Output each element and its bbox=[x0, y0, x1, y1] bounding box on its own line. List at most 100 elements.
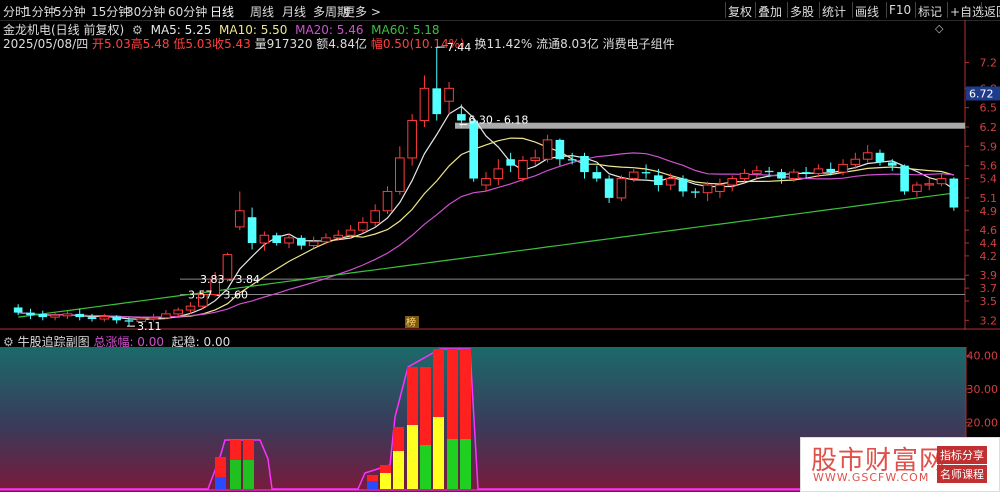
indicator-bar-top bbox=[243, 440, 254, 460]
period-tab-10[interactable]: 更多 > bbox=[343, 3, 381, 20]
period-tab-2[interactable]: 5分钟 bbox=[54, 3, 86, 20]
candle-body bbox=[370, 210, 381, 223]
period-tab-7[interactable]: 周线 bbox=[250, 3, 274, 20]
candle-body bbox=[690, 191, 700, 193]
candle-body bbox=[604, 178, 614, 198]
candle-body bbox=[407, 120, 417, 159]
candle-body bbox=[900, 165, 909, 192]
candle-body bbox=[75, 313, 85, 318]
resistance-band bbox=[455, 122, 965, 129]
candle-body bbox=[50, 314, 60, 318]
candle-body bbox=[752, 170, 762, 174]
indicator-bar-top bbox=[460, 349, 471, 439]
candle-body bbox=[321, 237, 331, 243]
candle-body bbox=[616, 178, 627, 199]
candle-body bbox=[272, 235, 282, 243]
candle-body bbox=[358, 221, 368, 231]
candle-body bbox=[234, 210, 245, 228]
high-annotation: 7.44 bbox=[447, 41, 472, 54]
price-tick-label: 3.7 bbox=[980, 282, 998, 295]
period-tab-4[interactable]: 30分钟 bbox=[126, 3, 165, 20]
bang-label: 榜 bbox=[406, 316, 416, 329]
candle-body bbox=[87, 317, 97, 320]
candle-body bbox=[333, 234, 344, 239]
price-tick-label: 4.2 bbox=[980, 250, 998, 263]
price-tick-label: 4.4 bbox=[980, 237, 998, 250]
candle-body bbox=[592, 172, 602, 179]
candle-body bbox=[297, 237, 306, 246]
indicator-bar-base bbox=[367, 481, 378, 489]
support1-annotation: 3.83 - 3.84 bbox=[200, 273, 260, 286]
toolbar-button-8[interactable]: 返回 bbox=[984, 3, 1000, 20]
period-tab-1[interactable]: 1分钟 bbox=[24, 3, 56, 20]
candle-body bbox=[469, 120, 478, 179]
candle-body bbox=[949, 178, 959, 208]
indicator-bar-top bbox=[380, 465, 391, 473]
candle-body bbox=[432, 88, 442, 115]
candle-body bbox=[567, 159, 577, 161]
indicator-bar-base bbox=[460, 439, 471, 489]
toolbar-button-6[interactable]: 标记 bbox=[918, 3, 942, 20]
candle-body bbox=[345, 229, 356, 236]
indicator-bar-base bbox=[420, 445, 431, 489]
price-tick-label: 5.6 bbox=[980, 160, 998, 173]
price-tick-label: 5.4 bbox=[980, 173, 998, 186]
toolbar-button-5[interactable]: F10 bbox=[889, 3, 911, 17]
candle-body bbox=[185, 305, 196, 311]
current-price-label: 6.72 bbox=[969, 87, 994, 100]
indicator-bar-top bbox=[407, 367, 418, 425]
period-tab-8[interactable]: 月线 bbox=[282, 3, 306, 20]
indicator-bar-top bbox=[367, 475, 378, 481]
period-tab-3[interactable]: 15分钟 bbox=[91, 3, 130, 20]
indicator-bar-base bbox=[433, 417, 444, 489]
toolbar-button-4[interactable]: 画线 bbox=[855, 3, 879, 20]
price-tick-label: 4.6 bbox=[980, 224, 998, 237]
candle-body bbox=[124, 320, 134, 322]
candle-body bbox=[308, 241, 319, 247]
candle-body bbox=[924, 183, 935, 186]
candle-body bbox=[838, 163, 848, 173]
indicator-bar-base bbox=[230, 460, 241, 489]
range-annotation: 6.30 - 6.18 bbox=[468, 113, 528, 126]
toolbar-button-3[interactable]: 统计 bbox=[822, 3, 846, 20]
candle-body bbox=[739, 172, 750, 180]
toolbar-button-2[interactable]: 多股 bbox=[790, 3, 814, 20]
toolbar-button-0[interactable]: 复权 bbox=[728, 3, 752, 20]
price-tick-label: 3.2 bbox=[980, 314, 998, 327]
indicator-bar-top bbox=[447, 349, 458, 439]
candle-body bbox=[481, 178, 491, 186]
indicator-bar-base bbox=[393, 451, 404, 489]
indicator-bar-top bbox=[420, 367, 431, 445]
candle-body bbox=[148, 317, 159, 320]
candle-body bbox=[444, 87, 454, 102]
candle-body bbox=[875, 152, 885, 163]
candle-body bbox=[862, 152, 873, 160]
candle-body bbox=[382, 190, 393, 212]
candlestick-chart: 7.26.86.56.25.95.65.45.14.94.64.44.23.93… bbox=[0, 20, 1000, 330]
candle-body bbox=[641, 172, 651, 174]
sub-tick-label: 30.00 bbox=[967, 383, 999, 396]
toolbar-button-1[interactable]: 叠加 bbox=[758, 3, 782, 20]
period-tab-6[interactable]: 日线 bbox=[210, 3, 234, 20]
candle-body bbox=[13, 307, 23, 313]
candle-body bbox=[493, 168, 504, 180]
price-tick-label: 5.1 bbox=[980, 192, 998, 205]
price-tick-label: 3.9 bbox=[980, 269, 998, 282]
indicator-bar-base bbox=[380, 473, 391, 489]
candle-body bbox=[99, 315, 110, 320]
indicator-bar-top bbox=[393, 427, 404, 451]
candle-body bbox=[555, 139, 565, 160]
sub-tick-label: 40.00 bbox=[967, 350, 999, 363]
price-tick-label: 4.9 bbox=[980, 205, 998, 218]
candle-body bbox=[850, 158, 861, 165]
candle-body bbox=[530, 157, 541, 162]
toolbar-button-7[interactable]: +自选 bbox=[950, 3, 984, 20]
ma5-line bbox=[18, 105, 955, 320]
candle-body bbox=[887, 162, 897, 166]
period-tab-5[interactable]: 60分钟 bbox=[168, 3, 207, 20]
candle-body bbox=[419, 87, 430, 122]
indicator-bar-top bbox=[215, 457, 226, 477]
candle-body bbox=[112, 316, 121, 321]
candle-body bbox=[826, 168, 836, 173]
indicator-bar-top bbox=[230, 440, 241, 460]
